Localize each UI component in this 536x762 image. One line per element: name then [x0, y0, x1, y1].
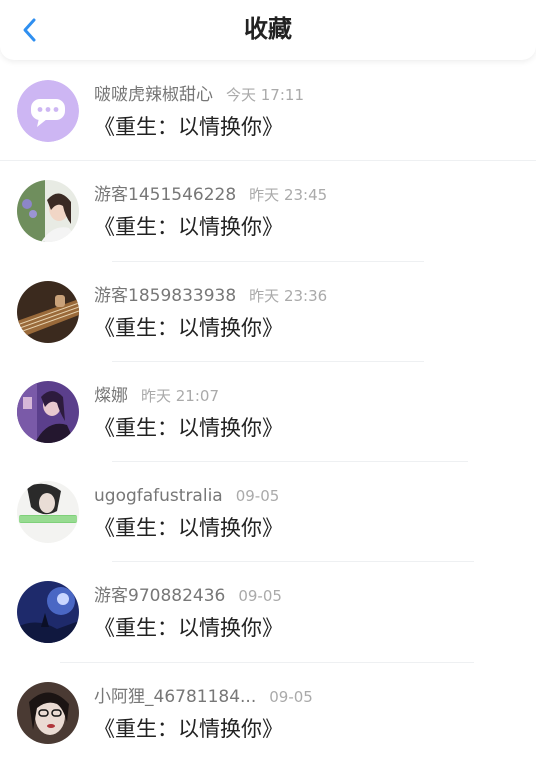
- timestamp: 昨天 23:45: [249, 186, 328, 205]
- username[interactable]: 游客970882436: [94, 586, 225, 606]
- list-item[interactable]: 燦娜 昨天 21:07 《重生：以情换你》: [0, 360, 536, 461]
- user-photo: [17, 581, 79, 644]
- user-photo: [17, 180, 79, 243]
- list-item[interactable]: 游客1859833938 昨天 23:36 《重生：以情换你》: [0, 260, 536, 361]
- item-meta: 燦娜 昨天 21:07: [94, 385, 219, 407]
- username[interactable]: 啵啵虎辣椒甜心: [94, 85, 213, 105]
- page-title: 收藏: [244, 15, 292, 43]
- username[interactable]: 燦娜: [94, 386, 128, 406]
- item-meta: 游客1451546228 昨天 23:45: [94, 184, 327, 206]
- avatar[interactable]: [17, 280, 79, 343]
- novel-title[interactable]: 《重生：以情换你》: [94, 613, 283, 643]
- list-item[interactable]: 小阿狸_46781184... 09-05 《重生：以情换你》: [0, 661, 536, 762]
- novel-title[interactable]: 《重生：以情换你》: [94, 513, 283, 543]
- list-item[interactable]: 啵啵虎辣椒甜心 今天 17:11 《重生：以情换你》: [0, 60, 536, 160]
- username[interactable]: 游客1451546228: [94, 185, 236, 205]
- user-photo: [17, 481, 79, 544]
- item-meta: 啵啵虎辣椒甜心 今天 17:11: [94, 84, 304, 106]
- list-item[interactable]: 游客1451546228 昨天 23:45 《重生：以情换你》: [0, 160, 536, 260]
- user-photo: [17, 380, 79, 443]
- username[interactable]: ugogfafustralia: [94, 486, 223, 506]
- novel-title[interactable]: 《重生：以情换你》: [94, 714, 283, 744]
- avatar[interactable]: [17, 681, 79, 744]
- novel-title[interactable]: 《重生：以情换你》: [94, 112, 283, 142]
- list-item[interactable]: ugogfafustralia 09-05 《重生：以情换你》: [0, 461, 536, 561]
- timestamp: 昨天 21:07: [141, 386, 219, 405]
- timestamp: 昨天 23:36: [249, 286, 328, 305]
- divider: [112, 561, 474, 563]
- user-photo: [17, 280, 79, 343]
- chat-bubble-icon: [17, 80, 79, 142]
- avatar[interactable]: [17, 581, 79, 644]
- item-meta: ugogfafustralia 09-05: [94, 485, 279, 507]
- timestamp: 09-05: [235, 487, 280, 506]
- divider: [60, 661, 474, 663]
- item-meta: 小阿狸_46781184... 09-05: [94, 686, 313, 708]
- username[interactable]: 小阿狸_46781184...: [94, 687, 256, 707]
- novel-title[interactable]: 《重生：以情换你》: [94, 313, 283, 343]
- divider: [112, 360, 424, 362]
- username[interactable]: 游客1859833938: [94, 286, 236, 306]
- divider: [0, 160, 536, 162]
- user-photo: [17, 681, 79, 744]
- novel-title[interactable]: 《重生：以情换你》: [94, 212, 283, 242]
- item-meta: 游客1859833938 昨天 23:36: [94, 285, 327, 307]
- timestamp: 09-05: [238, 587, 282, 606]
- avatar[interactable]: [17, 481, 79, 544]
- divider: [112, 461, 468, 463]
- item-meta: 游客970882436 09-05: [94, 585, 282, 607]
- timestamp: 今天 17:11: [226, 86, 304, 104]
- list-item[interactable]: 游客970882436 09-05 《重生：以情换你》: [0, 561, 536, 661]
- timestamp: 09-05: [269, 687, 313, 706]
- avatar[interactable]: [17, 380, 79, 443]
- header-bar: 收藏: [0, 0, 536, 60]
- avatar[interactable]: [17, 80, 79, 142]
- favorites-list: 啵啵虎辣椒甜心 今天 17:11 《重生：以情换你》 游客1451546228 昨天…: [0, 60, 536, 762]
- divider: [112, 260, 424, 262]
- avatar[interactable]: [17, 180, 79, 243]
- novel-title[interactable]: 《重生：以情换你》: [94, 413, 283, 443]
